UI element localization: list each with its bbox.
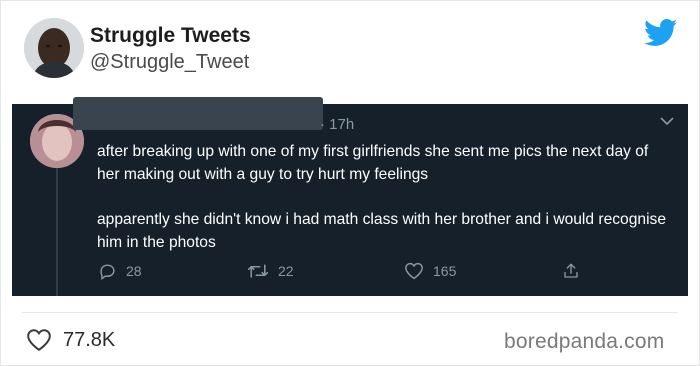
likes-summary[interactable]: 77.8K (26, 326, 115, 354)
tweet-paragraph: after breaking up with one of my first g… (97, 143, 649, 183)
reply-button[interactable]: 28 (98, 260, 142, 282)
source-brand: boredpanda.com (504, 330, 665, 353)
tweet-timestamp[interactable]: · 17h (320, 116, 354, 133)
display-name[interactable]: Struggle Tweets (90, 24, 251, 48)
author-avatar[interactable] (24, 18, 84, 78)
share-button[interactable] (562, 260, 589, 282)
redacted-name (73, 97, 323, 130)
like-count: 165 (433, 263, 457, 279)
like-button[interactable]: 165 (404, 260, 456, 282)
twitter-bird-icon[interactable] (644, 19, 678, 47)
thread-line (56, 166, 58, 296)
retweet-button[interactable]: 22 (247, 260, 294, 282)
tweet-body: after breaking up with one of my first g… (97, 140, 667, 276)
like-icon (405, 262, 423, 280)
retweet-icon (247, 264, 269, 278)
likes-count: 77.8K (63, 328, 116, 351)
divider (22, 312, 678, 313)
reply-icon (100, 263, 115, 280)
author-handle[interactable]: @Struggle_Tweet (90, 51, 249, 74)
share-icon (564, 263, 578, 278)
heart-outline-icon (27, 329, 51, 351)
chevron-down-icon[interactable] (660, 116, 674, 126)
reply-count: 28 (126, 263, 142, 279)
retweet-count: 22 (278, 263, 294, 279)
tweet-paragraph: apparently she didn't know i had math cl… (97, 211, 667, 251)
